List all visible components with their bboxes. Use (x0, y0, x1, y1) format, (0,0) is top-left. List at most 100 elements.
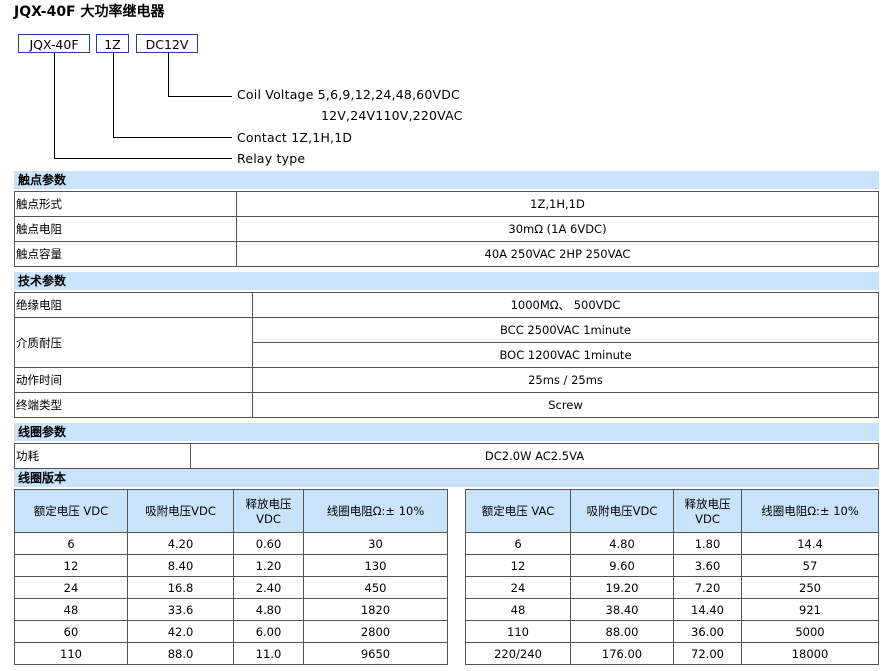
table-cell: 4.20 (127, 532, 234, 555)
param-value: 1000MΩ、 500VDC (252, 292, 879, 318)
param-value: BOC 1200VAC 1minute (252, 342, 879, 368)
table-row: 48 33.6 4.80 1820 (14, 598, 448, 621)
table-row: 60 42.0 6.00 2800 (14, 620, 448, 643)
table-cell: 450 (303, 576, 448, 599)
table-row: 24 19.20 7.20 250 (465, 576, 879, 599)
coil-leader-v (168, 53, 169, 97)
table-row: 12 9.60 3.60 57 (465, 554, 879, 577)
table-row: 触点形式 1Z,1H,1D (14, 191, 879, 217)
table-cell: 9.60 (570, 554, 674, 577)
column-header: 释放电压VDC (233, 489, 304, 533)
param-value: 40A 250VAC 2HP 250VAC (236, 241, 879, 267)
column-header: 吸附电压VDC (570, 489, 674, 533)
table-row: 12 8.40 1.20 130 (14, 554, 448, 577)
section-coil-version: 线圈版本 (14, 469, 879, 487)
table-cell: 14.4 (741, 532, 879, 555)
table-cell: 19.20 (570, 576, 674, 599)
table-cell: 24 (14, 576, 128, 599)
table-cell: 110 (465, 620, 571, 643)
table-cell: 24 (465, 576, 571, 599)
table-cell: 5000 (741, 620, 879, 643)
table-cell: 2.40 (233, 576, 304, 599)
coil-voltage-label-2: 12V,24V110V,220VAC (321, 108, 463, 123)
table-row: 6 4.20 0.60 30 (14, 532, 448, 555)
table-cell: 7.20 (673, 576, 742, 599)
table-cell: 4.80 (233, 598, 304, 621)
param-key: 介质耐压 (14, 317, 253, 368)
column-header: 额定电压 VDC (14, 489, 128, 533)
column-header: 释放电压VDC (673, 489, 742, 533)
table-cell: 88.0 (127, 642, 234, 665)
table-row: 终端类型 Screw (14, 392, 879, 418)
param-key: 绝缘电阻 (14, 292, 253, 318)
table-cell: 12 (14, 554, 128, 577)
model-code-box: JQX-40F (18, 34, 90, 53)
table-cell: 72.00 (673, 642, 742, 665)
section-contact-params: 触点参数 (14, 171, 879, 189)
relay-type-label: Relay type (237, 151, 306, 166)
param-key: 触点形式 (14, 191, 237, 217)
param-key: 动作时间 (14, 367, 253, 393)
table-cell: 1820 (303, 598, 448, 621)
contact-params-table: 触点形式 1Z,1H,1D 触点电阻 30mΩ (1A 6VDC) 触点容量 40A … (14, 191, 879, 267)
table-header-row: 额定电压 VAC 吸附电压VDC 释放电压VDC 线圈电阻Ω:± 10% (465, 489, 879, 533)
table-cell: 4.80 (570, 532, 674, 555)
column-header: 线圈电阻Ω:± 10% (741, 489, 879, 533)
column-header: 额定电压 VAC (465, 489, 571, 533)
table-row: 功耗 DC2.0W AC2.5VA (14, 443, 879, 469)
table-cell: 42.0 (127, 620, 234, 643)
page-title: JQX-40F 大功率继电器 (14, 4, 165, 20)
table-cell: 220/240 (465, 642, 571, 665)
table-cell: 3.60 (673, 554, 742, 577)
table-cell: 250 (741, 576, 879, 599)
relay-type-leader-v (54, 53, 55, 159)
ac-coil-table: 额定电压 VAC 吸附电压VDC 释放电压VDC 线圈电阻Ω:± 10% 6 4.… (465, 489, 879, 665)
table-cell: 88.00 (570, 620, 674, 643)
contact-leader-v (113, 53, 114, 138)
dc-coil-table: 额定电压 VDC 吸附电压VDC 释放电压VDC 线圈电阻Ω:± 10% 6 4.… (14, 489, 448, 665)
table-cell: 48 (14, 598, 128, 621)
param-key: 触点容量 (14, 241, 237, 267)
coil-leader-h (168, 96, 232, 97)
contact-leader-h (113, 137, 232, 138)
table-cell: 57 (741, 554, 879, 577)
table-row: 触点容量 40A 250VAC 2HP 250VAC (14, 241, 879, 267)
table-cell: 6.00 (233, 620, 304, 643)
param-value: 1Z,1H,1D (236, 191, 879, 217)
table-cell: 1.80 (673, 532, 742, 555)
param-key: 终端类型 (14, 392, 253, 418)
section-coil-params: 线圈参数 (14, 423, 879, 441)
param-value: 25ms / 25ms (252, 367, 879, 393)
table-cell: 48 (465, 598, 571, 621)
coil-voltage-label: Coil Voltage 5,6,9,12,24,48,60VDC (237, 87, 460, 102)
column-header: 吸附电压VDC (127, 489, 234, 533)
param-value: DC2.0W AC2.5VA (190, 443, 879, 469)
table-row: 6 4.80 1.80 14.4 (465, 532, 879, 555)
table-cell: 33.6 (127, 598, 234, 621)
table-row: 48 38.40 14.40 921 (465, 598, 879, 621)
param-key: 功耗 (14, 443, 191, 469)
contact-code-box: 1Z (96, 34, 129, 53)
table-row: 110 88.00 36.00 5000 (465, 620, 879, 643)
table-cell: 16.8 (127, 576, 234, 599)
contact-label: Contact 1Z,1H,1D (237, 130, 353, 145)
table-row: 24 16.8 2.40 450 (14, 576, 448, 599)
table-cell: 6 (465, 532, 571, 555)
table-row: 220/240 176.00 72.00 18000 (465, 642, 879, 665)
table-cell: 110 (14, 642, 128, 665)
table-cell: 14.40 (673, 598, 742, 621)
table-cell: 60 (14, 620, 128, 643)
voltage-code-box: DC12V (136, 34, 198, 53)
param-value: Screw (252, 392, 879, 418)
table-cell: 38.40 (570, 598, 674, 621)
table-cell: 921 (741, 598, 879, 621)
table-cell: 6 (14, 532, 128, 555)
table-cell: 0.60 (233, 532, 304, 555)
table-row: 绝缘电阻 1000MΩ、 500VDC (14, 292, 879, 318)
table-cell: 12 (465, 554, 571, 577)
table-cell: 11.0 (233, 642, 304, 665)
table-row: 110 88.0 11.0 9650 (14, 642, 448, 665)
table-cell: 130 (303, 554, 448, 577)
section-tech-params: 技术参数 (14, 272, 879, 290)
table-cell: 2800 (303, 620, 448, 643)
